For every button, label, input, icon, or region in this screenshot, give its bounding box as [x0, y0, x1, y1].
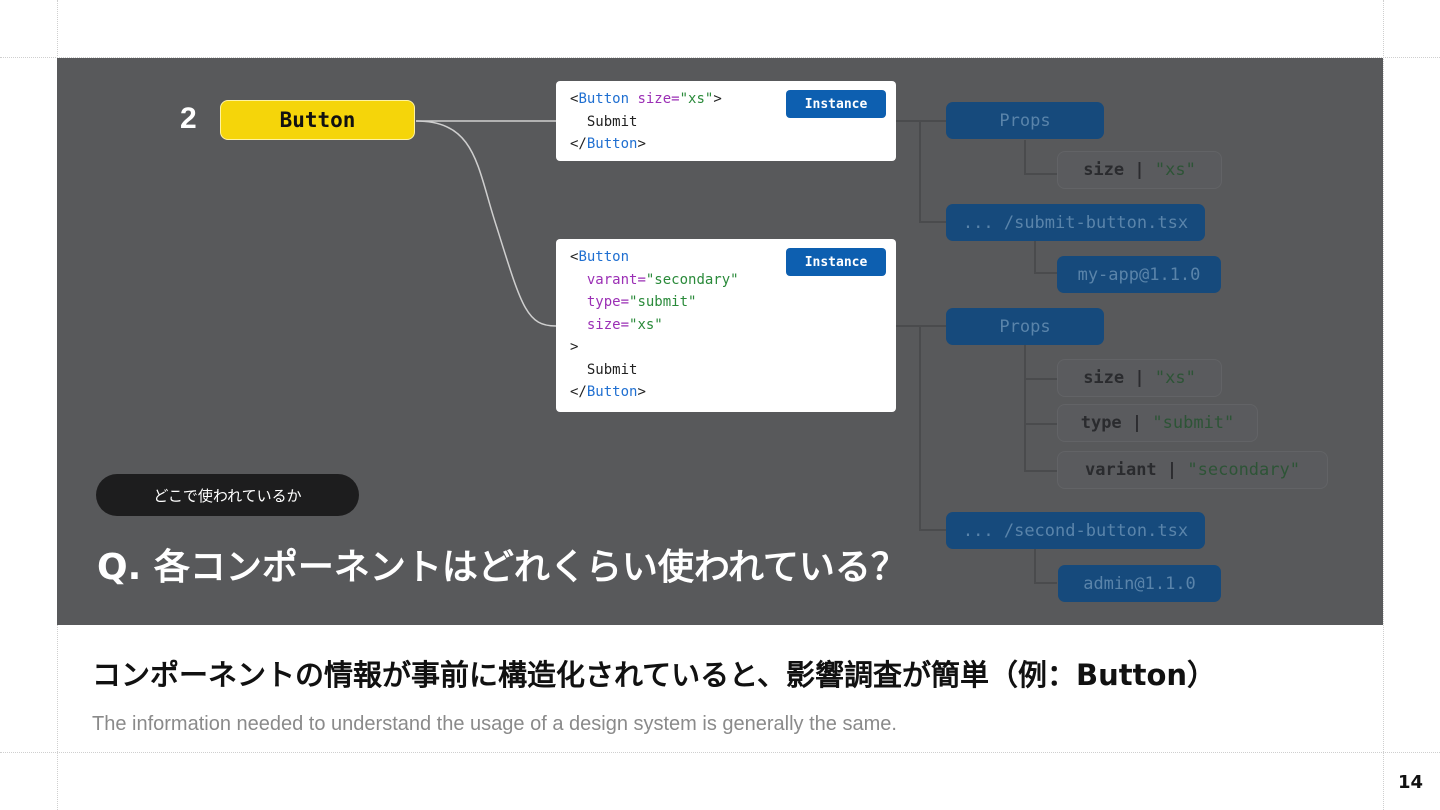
guide-line [0, 752, 1440, 753]
tag-pill: どこで使われているか [96, 474, 359, 516]
instance-badge[interactable]: Instance [786, 248, 886, 276]
slide-subtitle: The information needed to understand the… [92, 713, 897, 735]
instance-card-2[interactable]: <Button varant="secondary" type="submit"… [556, 239, 896, 412]
package-node: admin@1.1.0 [1058, 565, 1221, 602]
prop-chip: size | "xs" [1057, 359, 1222, 397]
guide-line [1383, 0, 1384, 810]
prop-chip: variant | "secondary" [1057, 451, 1328, 489]
step-number: 2 [180, 102, 197, 135]
props-node: Props [946, 102, 1104, 139]
question-heading: Q. 各コンポーネントはどれくらい使われている？ [97, 547, 907, 588]
instance-card-1[interactable]: <Button size="xs"> Submit </Button> Inst… [556, 81, 896, 161]
file-node: ... /second-button.tsx [946, 512, 1205, 549]
prop-chip: size | "xs" [1057, 151, 1222, 189]
diagram-panel: 2 Button <Button size="xs"> Submit </But… [57, 58, 1383, 625]
page-number: 14 [1398, 772, 1424, 793]
component-node-button[interactable]: Button [220, 100, 415, 140]
props-node: Props [946, 308, 1104, 345]
slide-title: コンポーネントの情報が事前に構造化されていると、影響調査が簡単（例：Button… [92, 658, 1217, 692]
instance-badge[interactable]: Instance [786, 90, 886, 118]
file-node: ... /submit-button.tsx [946, 204, 1205, 241]
prop-chip: type | "submit" [1057, 404, 1258, 442]
package-node: my-app@1.1.0 [1057, 256, 1221, 293]
